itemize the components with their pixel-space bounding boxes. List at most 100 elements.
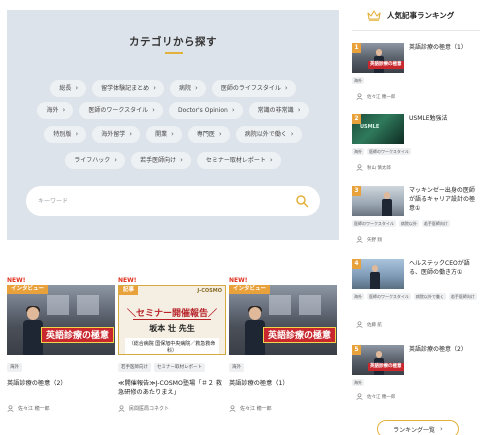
ranking-tag[interactable]: 医師のワークスタイル: [367, 293, 411, 300]
ranking-tag[interactable]: 海外: [352, 148, 364, 155]
ranking-header: 人気記事ランキング: [367, 10, 454, 21]
article-tag[interactable]: 海外: [229, 363, 244, 372]
article-tag[interactable]: 海外: [7, 363, 22, 372]
category-badge: インタビュー: [7, 285, 49, 294]
tag-label: 病院: [179, 85, 192, 92]
chevron-right-icon: ›: [290, 130, 294, 138]
ranking-tag[interactable]: 海外: [352, 379, 364, 386]
ranking-tag[interactable]: 若手医師向け: [448, 293, 477, 300]
user-icon: [7, 405, 14, 412]
ranking-author: 秋山 慎太郎: [356, 164, 391, 171]
ranking-item-title[interactable]: ヘルステックCEOが語る、医師の働き方①: [409, 259, 480, 277]
ranking-tag[interactable]: 医師のワークスタイル: [367, 148, 411, 155]
ranking-item[interactable]: 4 ヘルステックCEOが語る、医師の働き方① 海外 医師のワークスタイル 病院以…: [352, 259, 480, 331]
category-tag[interactable]: 病院 ›: [170, 80, 206, 97]
category-tag[interactable]: 病院以外で働く ›: [235, 126, 302, 143]
ranking-thumbnail[interactable]: 2 USMLE: [352, 114, 404, 144]
ranking-tag[interactable]: 海外: [352, 77, 364, 84]
article-card[interactable]: NEW! J-COSMO ＼セミナー開催報告／ 坂本 壮 先生 （総合病院 国保…: [118, 276, 226, 412]
user-icon: [356, 393, 363, 400]
category-tag[interactable]: 医師のワークスタイル ›: [79, 102, 163, 119]
chevron-right-icon: ›: [440, 425, 443, 433]
article-tag[interactable]: セミナー取材レポート: [154, 363, 205, 372]
tag-label: 特別版: [53, 131, 72, 138]
tag-label: 専門医: [196, 131, 215, 138]
category-tag[interactable]: 医師のライフスタイル ›: [211, 80, 296, 97]
author-name: 佐々江 穂一郎: [367, 94, 396, 100]
article-thumbnail[interactable]: J-COSMO ＼セミナー開催報告／ 坂本 壮 先生 （総合病院 国保旭中央病院…: [118, 285, 226, 355]
tag-label: 常識の非常識: [257, 107, 294, 114]
article-author: 佐々江 穂一郎: [7, 405, 115, 412]
ranking-item[interactable]: 3 マッキンゼー出身の医師が語るキャリア設計の極意① 医師のワークスタイル 病院…: [352, 186, 480, 250]
chevron-right-icon: ›: [269, 156, 273, 164]
ranking-item[interactable]: 5 英語診療の極意 英語診療の極意（2） 海外 佐々江 穂一郎: [352, 345, 480, 403]
ranking-item[interactable]: 1 英語診療の極意 英語診療の極意（1） 海外 佐々江 穂一郎: [352, 43, 480, 103]
ranking-item-title[interactable]: マッキンゼー出身の医師が語るキャリア設計の極意①: [409, 186, 480, 213]
chevron-right-icon: ›: [284, 84, 288, 92]
ranking-title: 人気記事ランキング: [387, 11, 455, 20]
category-tag[interactable]: 若手医師向け ›: [131, 152, 191, 169]
article-title[interactable]: 英語診療の極意（2）: [7, 379, 115, 399]
category-tag[interactable]: 特別版 ›: [44, 126, 87, 143]
chevron-right-icon: ›: [171, 130, 174, 138]
article-author: 民間医局コネクト: [118, 405, 226, 412]
tag-label: Doctor's Opinion: [177, 107, 228, 114]
ranking-thumbnail[interactable]: 3: [352, 186, 404, 216]
ranking-tag[interactable]: 若手医師向け: [421, 220, 450, 227]
ranking-item-title[interactable]: 英語診療の極意（1）: [409, 43, 480, 52]
thumbnail-banner: 英語診療の極意: [368, 363, 404, 371]
category-tag[interactable]: 総長 ›: [50, 80, 87, 97]
article-tags: 海外: [229, 363, 337, 372]
ranking-thumbnail[interactable]: 4: [352, 259, 404, 289]
category-tag[interactable]: 開業 ›: [146, 126, 182, 143]
thumbnail-text: USMLE: [360, 124, 380, 130]
category-tag[interactable]: 留学体験記まとめ ›: [92, 80, 164, 97]
ranking-tag[interactable]: 医師のワークスタイル: [352, 220, 396, 227]
article-tag[interactable]: 若手医師向け: [118, 363, 151, 372]
tag-label: 海外留学: [101, 131, 126, 138]
category-badge: インタビュー: [229, 285, 271, 294]
category-tag[interactable]: 海外 ›: [37, 102, 74, 119]
ranking-tags: 海外 医師のワークスタイル 病院以外で働く 若手医師向け: [352, 293, 480, 300]
person-figure: [23, 306, 43, 355]
ranking-item-title[interactable]: 英語診療の極意（2）: [409, 345, 480, 354]
tag-label: 医師のワークスタイル: [88, 107, 149, 114]
article-title[interactable]: 英語診療の極意（1）: [229, 379, 337, 399]
ranking-tag[interactable]: 病院以外で働く: [413, 293, 446, 300]
crown-icon: [367, 10, 381, 21]
search-icon[interactable]: [295, 194, 309, 208]
chevron-right-icon: ›: [62, 106, 66, 114]
chevron-right-icon: ›: [153, 84, 156, 92]
chevron-right-icon: ›: [195, 84, 198, 92]
seminar-brand: J-COSMO: [197, 288, 222, 294]
category-tag[interactable]: 常識の非常識 ›: [248, 102, 309, 119]
author-name: 民間医局コネクト: [129, 406, 170, 412]
ranking-author: 佐藤 航: [356, 321, 382, 328]
ranking-thumbnail[interactable]: 5 英語診療の極意: [352, 345, 404, 375]
category-title: カテゴリから探す: [129, 36, 217, 48]
category-tag[interactable]: Doctor's Opinion ›: [168, 102, 243, 119]
search-input[interactable]: [38, 194, 278, 208]
category-panel: カテゴリから探す 総長 › 留学体験記まとめ › 病院 › 医師のライフスタイル › 海…: [7, 10, 339, 240]
ranking-author: 佐々江 穂一郎: [356, 93, 395, 100]
category-row-3: 特別版 › 海外留学 › 開業 › 専門医 › 病院以外で働く ›: [7, 126, 339, 143]
article-card[interactable]: NEW! 英語診療の極意 インタビュー 海外 英語診療の極意（2） 佐々江 穂一…: [7, 276, 115, 412]
category-tag[interactable]: 海外留学 ›: [92, 126, 141, 143]
category-tag[interactable]: セミナー取材レポート ›: [196, 152, 281, 169]
ranking-tag[interactable]: 海外: [352, 293, 364, 300]
ranking-item[interactable]: 2 USMLE USMLE勉強法 海外 医師のワークスタイル 秋山 慎太郎: [352, 114, 480, 174]
category-tag[interactable]: 専門医 ›: [187, 126, 230, 143]
category-row-1: 総長 › 留学体験記まとめ › 病院 › 医師のライフスタイル ›: [7, 80, 339, 97]
article-thumbnail[interactable]: 英語診療の極意 インタビュー: [229, 285, 337, 355]
ranking-tags: 医師のワークスタイル 病院以外 若手医師向け: [352, 220, 480, 227]
article-thumbnail[interactable]: 英語診療の極意 インタビュー: [7, 285, 115, 355]
chevron-right-icon: ›: [297, 106, 301, 114]
ranking-list-button[interactable]: ランキング一覧 ›: [377, 420, 459, 435]
person-figure: [382, 192, 392, 216]
ranking-item-title[interactable]: USMLE勉強法: [409, 114, 480, 123]
ranking-thumbnail[interactable]: 1 英語診療の極意: [352, 43, 404, 73]
category-tag[interactable]: ライフハック ›: [65, 152, 126, 169]
article-title[interactable]: ≪開催報告≫J-COSMO塾場「＃２ 救急研修のあたりまえ」: [118, 379, 226, 399]
ranking-tag[interactable]: 病院以外: [398, 220, 419, 227]
article-card[interactable]: NEW! 英語診療の極意 インタビュー 海外 英語診療の極意（1） 佐々江 穂一…: [229, 276, 337, 412]
